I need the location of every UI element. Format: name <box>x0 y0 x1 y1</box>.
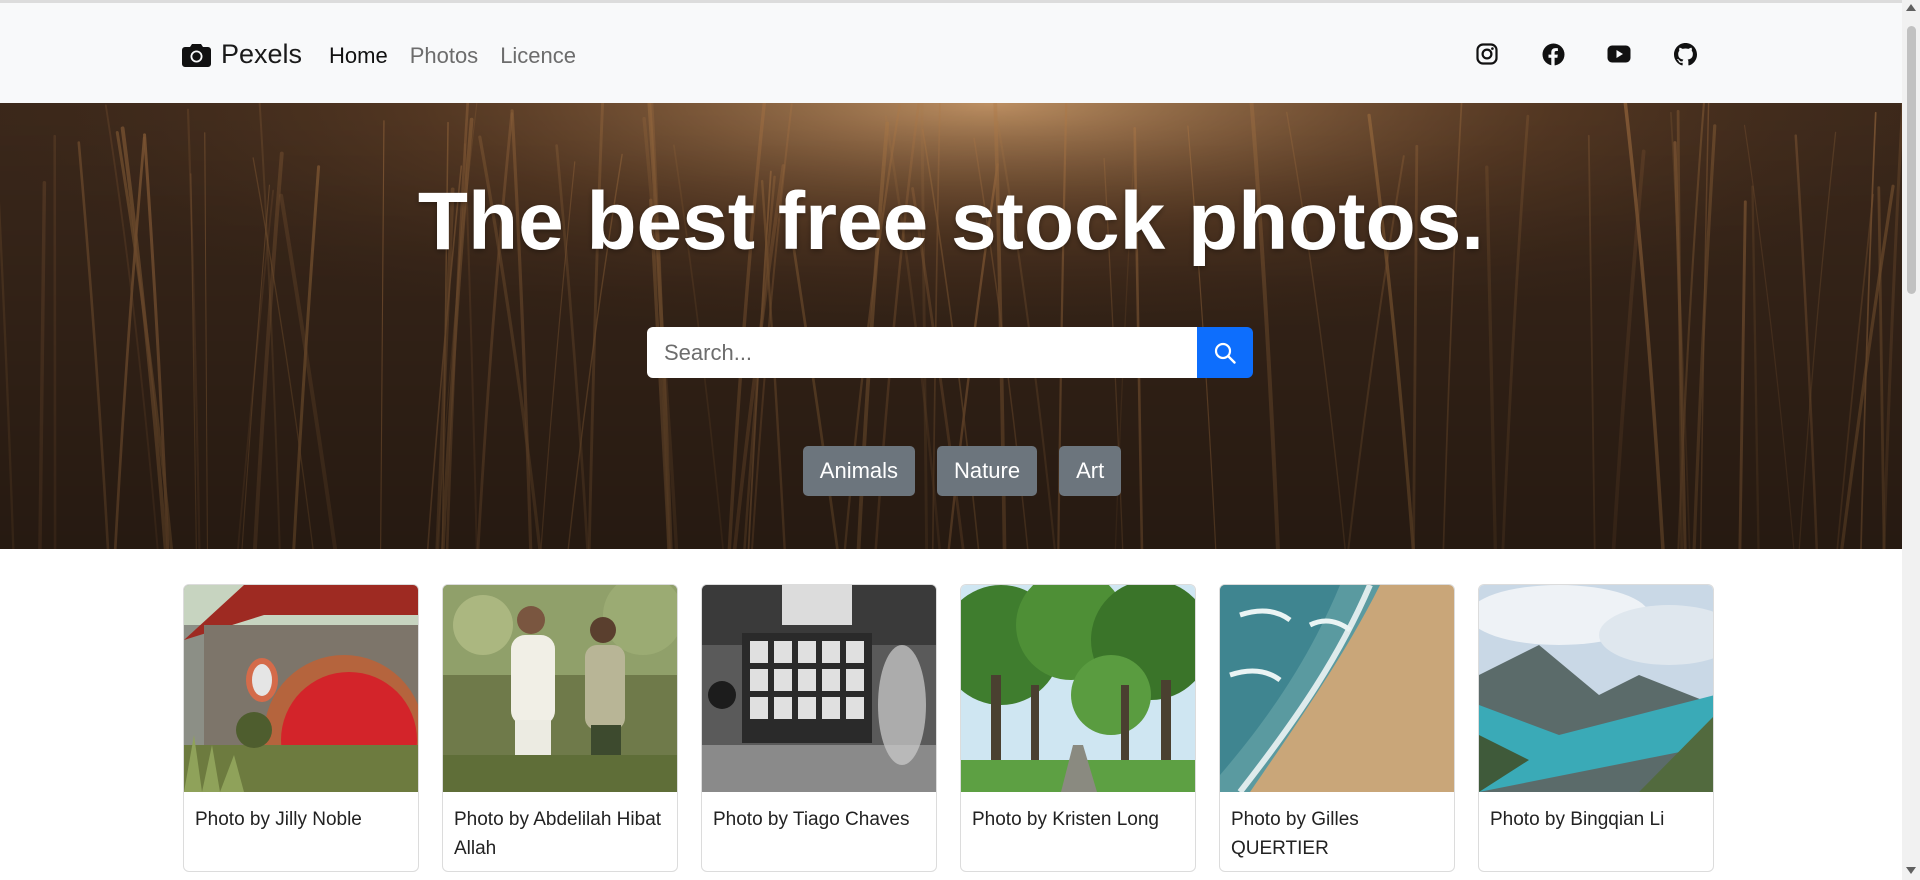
tag-nature-button[interactable]: Nature <box>937 446 1038 496</box>
photo-thumbnail-mountain-lake <box>1479 585 1713 792</box>
tag-animals-button[interactable]: Animals <box>802 446 916 496</box>
nav-link-licence[interactable]: Licence <box>500 43 576 69</box>
photo-thumbnail-tree-path <box>961 585 1195 792</box>
page-scrollbar[interactable] <box>1902 0 1920 880</box>
youtube-icon <box>1607 45 1631 63</box>
tag-art-button[interactable]: Art <box>1059 446 1122 496</box>
photo-thumbnail-hobbit-door <box>184 585 418 792</box>
facebook-link[interactable] <box>1540 41 1566 67</box>
photo-card[interactable]: Photo by Jilly Noble <box>183 584 419 872</box>
nav-link-photos[interactable]: Photos <box>410 43 479 69</box>
youtube-link[interactable] <box>1606 41 1632 67</box>
camera-icon <box>182 43 211 67</box>
scroll-up-arrow-icon[interactable] <box>1906 4 1916 11</box>
photo-caption: Photo by Tiago Chaves <box>713 809 910 830</box>
brand-link[interactable]: Pexels <box>182 39 302 70</box>
nav-links: Home Photos Licence <box>329 43 576 69</box>
github-icon <box>1673 42 1697 65</box>
photo-thumbnail-couple <box>443 585 677 792</box>
photo-thumbnail-beach-aerial <box>1220 585 1454 792</box>
photo-caption: Photo by Jilly Noble <box>195 809 362 830</box>
search-icon <box>1214 342 1236 364</box>
instagram-icon <box>1476 43 1498 65</box>
scroll-down-arrow-icon[interactable] <box>1906 867 1916 874</box>
category-tags: Animals Nature Art <box>0 446 1902 496</box>
photo-card[interactable]: Photo by Abdelilah Hibat Allah <box>442 584 678 872</box>
photo-caption: Photo by Gilles QUERTIER <box>1231 809 1359 859</box>
photo-thumbnail-street-gallery <box>702 585 936 792</box>
photo-card[interactable]: Photo by Tiago Chaves <box>701 584 937 872</box>
brand-name: Pexels <box>221 39 303 69</box>
photo-card[interactable]: Photo by Gilles QUERTIER <box>1219 584 1455 872</box>
photo-caption: Photo by Kristen Long <box>972 809 1159 830</box>
instagram-link[interactable] <box>1474 41 1500 67</box>
hero-title: The best free stock photos. <box>417 176 1485 267</box>
photo-card[interactable]: Photo by Kristen Long <box>960 584 1196 872</box>
photo-caption: Photo by Abdelilah Hibat Allah <box>454 809 662 859</box>
search-input[interactable] <box>647 327 1197 378</box>
search-form <box>647 327 1253 378</box>
hero-section: The best free stock photos. Animals Natu… <box>0 103 1902 549</box>
search-button[interactable] <box>1197 327 1253 378</box>
navbar: Pexels Home Photos Licence <box>0 3 1902 103</box>
photo-grid: Photo by Jilly Noble Photo by Abdelilah … <box>183 584 1714 872</box>
github-link[interactable] <box>1672 41 1698 67</box>
facebook-icon <box>1542 43 1564 66</box>
nav-link-home[interactable]: Home <box>329 43 388 69</box>
scroll-thumb[interactable] <box>1907 26 1916 294</box>
photo-card[interactable]: Photo by Bingqian Li <box>1478 584 1714 872</box>
photo-caption: Photo by Bingqian Li <box>1490 809 1665 830</box>
